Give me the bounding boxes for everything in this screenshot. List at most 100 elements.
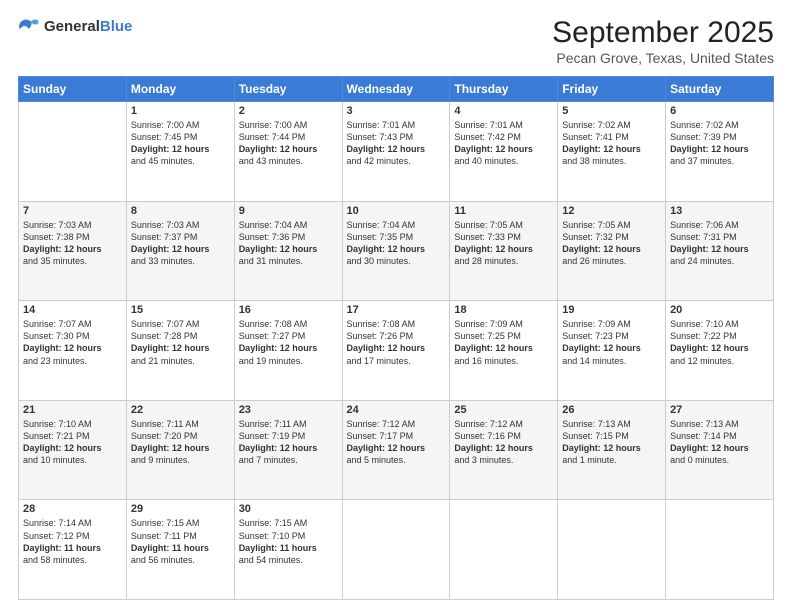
cell-info: Sunrise: 7:01 AMSunset: 7:42 PMDaylight:…: [454, 119, 553, 168]
cell-info: Sunrise: 7:04 AMSunset: 7:36 PMDaylight:…: [239, 219, 338, 268]
day-number: 9: [239, 205, 338, 217]
header: GeneralBlue September 2025 Pecan Grove, …: [18, 16, 774, 66]
day-number: 25: [454, 404, 553, 416]
day-number: 23: [239, 404, 338, 416]
cell-info: Sunrise: 7:05 AMSunset: 7:32 PMDaylight:…: [562, 219, 661, 268]
calendar-cell: 21Sunrise: 7:10 AMSunset: 7:21 PMDayligh…: [19, 400, 127, 500]
col-wednesday: Wednesday: [342, 77, 450, 102]
cell-info: Sunrise: 7:03 AMSunset: 7:37 PMDaylight:…: [131, 219, 230, 268]
day-number: 18: [454, 304, 553, 316]
calendar-cell: 1 Sunrise: 7:00 AMSunset: 7:45 PMDaylight…: [126, 102, 234, 202]
cell-info: Sunrise: 7:10 AMSunset: 7:22 PMDaylight:…: [670, 318, 769, 367]
cell-info: Sunrise: 7:13 AMSunset: 7:15 PMDaylight:…: [562, 418, 661, 467]
cell-info: Sunrise: 7:01 AMSunset: 7:43 PMDaylight:…: [347, 119, 446, 168]
col-sunday: Sunday: [19, 77, 127, 102]
day-number: 24: [347, 404, 446, 416]
day-number: 30: [239, 503, 338, 515]
calendar-cell: 26 Sunrise: 7:13 AMSunset: 7:15 PMDayligh…: [558, 400, 666, 500]
cell-info: Sunrise: 7:12 AMSunset: 7:17 PMDaylight:…: [347, 418, 446, 467]
cell-info: Sunrise: 7:00 AMSunset: 7:44 PMDaylight:…: [239, 119, 338, 168]
cell-info: Sunrise: 7:09 AMSunset: 7:25 PMDaylight:…: [454, 318, 553, 367]
cell-info: Sunrise: 7:05 AMSunset: 7:33 PMDaylight:…: [454, 219, 553, 268]
day-number: 29: [131, 503, 230, 515]
cell-info: Sunrise: 7:04 AMSunset: 7:35 PMDaylight:…: [347, 219, 446, 268]
day-number: 28: [23, 503, 122, 515]
day-number: 3: [347, 105, 446, 117]
calendar-cell: 6 Sunrise: 7:02 AMSunset: 7:39 PMDaylight…: [666, 102, 774, 202]
day-number: 10: [347, 205, 446, 217]
calendar-cell: 30 Sunrise: 7:15 AMSunset: 7:10 PMDayligh…: [234, 500, 342, 600]
calendar-week-4: 21Sunrise: 7:10 AMSunset: 7:21 PMDayligh…: [19, 400, 774, 500]
col-saturday: Saturday: [666, 77, 774, 102]
cell-info: Sunrise: 7:08 AMSunset: 7:26 PMDaylight:…: [347, 318, 446, 367]
cell-info: Sunrise: 7:15 AMSunset: 7:11 PMDaylight:…: [131, 517, 230, 566]
cell-info: Sunrise: 7:00 AMSunset: 7:45 PMDaylight:…: [131, 119, 230, 168]
cell-info: Sunrise: 7:11 AMSunset: 7:19 PMDaylight:…: [239, 418, 338, 467]
day-number: 1: [131, 105, 230, 117]
calendar-cell: 15 Sunrise: 7:07 AMSunset: 7:28 PMDayligh…: [126, 301, 234, 401]
calendar-cell: 27 Sunrise: 7:13 AMSunset: 7:14 PMDayligh…: [666, 400, 774, 500]
logo-text: GeneralBlue: [44, 19, 132, 36]
logo-general: General: [44, 18, 100, 35]
col-tuesday: Tuesday: [234, 77, 342, 102]
calendar-cell: 5 Sunrise: 7:02 AMSunset: 7:41 PMDaylight…: [558, 102, 666, 202]
calendar-cell: 16Sunrise: 7:08 AMSunset: 7:27 PMDayligh…: [234, 301, 342, 401]
day-number: 21: [23, 404, 122, 416]
day-number: 4: [454, 105, 553, 117]
logo-blue: Blue: [100, 18, 133, 35]
cell-info: Sunrise: 7:02 AMSunset: 7:41 PMDaylight:…: [562, 119, 661, 168]
col-monday: Monday: [126, 77, 234, 102]
cell-info: Sunrise: 7:07 AMSunset: 7:28 PMDaylight:…: [131, 318, 230, 367]
logo-icon: [18, 16, 40, 38]
calendar-week-3: 14Sunrise: 7:07 AMSunset: 7:30 PMDayligh…: [19, 301, 774, 401]
calendar-cell: 14Sunrise: 7:07 AMSunset: 7:30 PMDayligh…: [19, 301, 127, 401]
location-subtitle: Pecan Grove, Texas, United States: [552, 50, 774, 66]
title-block: September 2025 Pecan Grove, Texas, Unite…: [552, 16, 774, 66]
calendar-cell: 17 Sunrise: 7:08 AMSunset: 7:26 PMDayligh…: [342, 301, 450, 401]
calendar-week-5: 28Sunrise: 7:14 AMSunset: 7:12 PMDayligh…: [19, 500, 774, 600]
cell-info: Sunrise: 7:07 AMSunset: 7:30 PMDaylight:…: [23, 318, 122, 367]
day-number: 7: [23, 205, 122, 217]
cell-info: Sunrise: 7:03 AMSunset: 7:38 PMDaylight:…: [23, 219, 122, 268]
day-number: 27: [670, 404, 769, 416]
day-number: 11: [454, 205, 553, 217]
cell-info: Sunrise: 7:09 AMSunset: 7:23 PMDaylight:…: [562, 318, 661, 367]
calendar-cell: 28Sunrise: 7:14 AMSunset: 7:12 PMDayligh…: [19, 500, 127, 600]
calendar-cell: [450, 500, 558, 600]
calendar-cell: [558, 500, 666, 600]
day-number: 19: [562, 304, 661, 316]
calendar-cell: 25Sunrise: 7:12 AMSunset: 7:16 PMDayligh…: [450, 400, 558, 500]
cell-info: Sunrise: 7:13 AMSunset: 7:14 PMDaylight:…: [670, 418, 769, 467]
calendar-cell: 12 Sunrise: 7:05 AMSunset: 7:32 PMDayligh…: [558, 201, 666, 301]
calendar-cell: 10 Sunrise: 7:04 AMSunset: 7:35 PMDayligh…: [342, 201, 450, 301]
cell-info: Sunrise: 7:02 AMSunset: 7:39 PMDaylight:…: [670, 119, 769, 168]
calendar-cell: 23 Sunrise: 7:11 AMSunset: 7:19 PMDayligh…: [234, 400, 342, 500]
calendar-header-row: Sunday Monday Tuesday Wednesday Thursday…: [19, 77, 774, 102]
calendar-cell: 3 Sunrise: 7:01 AMSunset: 7:43 PMDaylight…: [342, 102, 450, 202]
day-number: 15: [131, 304, 230, 316]
day-number: 26: [562, 404, 661, 416]
day-number: 17: [347, 304, 446, 316]
day-number: 6: [670, 105, 769, 117]
calendar-cell: 2Sunrise: 7:00 AMSunset: 7:44 PMDaylight…: [234, 102, 342, 202]
logo: GeneralBlue: [18, 16, 132, 38]
cell-info: Sunrise: 7:06 AMSunset: 7:31 PMDaylight:…: [670, 219, 769, 268]
calendar-cell: 13 Sunrise: 7:06 AMSunset: 7:31 PMDayligh…: [666, 201, 774, 301]
day-number: 22: [131, 404, 230, 416]
calendar-cell: 9 Sunrise: 7:04 AMSunset: 7:36 PMDaylight…: [234, 201, 342, 301]
day-number: 12: [562, 205, 661, 217]
calendar-cell: 11 Sunrise: 7:05 AMSunset: 7:33 PMDayligh…: [450, 201, 558, 301]
calendar-cell: 29 Sunrise: 7:15 AMSunset: 7:11 PMDayligh…: [126, 500, 234, 600]
cell-info: Sunrise: 7:08 AMSunset: 7:27 PMDaylight:…: [239, 318, 338, 367]
cell-info: Sunrise: 7:11 AMSunset: 7:20 PMDaylight:…: [131, 418, 230, 467]
day-number: 13: [670, 205, 769, 217]
cell-info: Sunrise: 7:15 AMSunset: 7:10 PMDaylight:…: [239, 517, 338, 566]
col-thursday: Thursday: [450, 77, 558, 102]
calendar-cell: 22 Sunrise: 7:11 AMSunset: 7:20 PMDayligh…: [126, 400, 234, 500]
col-friday: Friday: [558, 77, 666, 102]
day-number: 5: [562, 105, 661, 117]
page: GeneralBlue September 2025 Pecan Grove, …: [0, 0, 792, 612]
day-number: 8: [131, 205, 230, 217]
calendar-cell: [666, 500, 774, 600]
calendar-cell: 18 Sunrise: 7:09 AMSunset: 7:25 PMDayligh…: [450, 301, 558, 401]
